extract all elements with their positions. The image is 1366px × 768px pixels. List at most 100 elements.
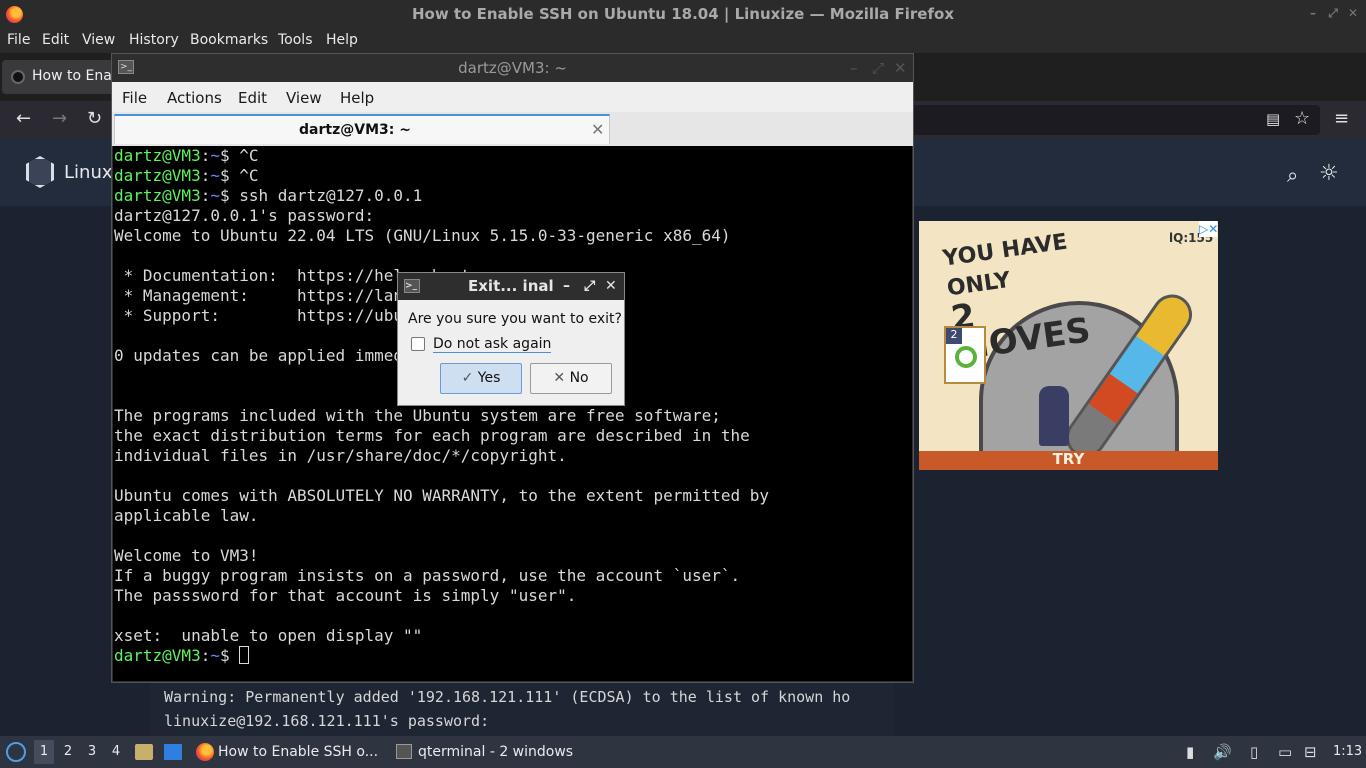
menu-bookmarks[interactable]: Bookmarks (190, 32, 268, 48)
prompt-user: dartz@VM3 (114, 166, 201, 185)
qterminal-title: dartz@VM3: ~ (458, 59, 567, 77)
prompt-separator: : (200, 646, 211, 665)
battery-icon[interactable]: ▮ (1186, 743, 1194, 761)
prompt-user: dartz@VM3 (114, 646, 201, 665)
qt-menu-file[interactable]: File (122, 89, 147, 107)
terminal-line: Welcome to VM3! (114, 546, 259, 565)
qterminal-menubar: File Actions Edit View Help (112, 82, 913, 112)
file-manager-icon[interactable] (135, 744, 153, 760)
clipboard-icon[interactable]: ▯ (1250, 743, 1258, 761)
firefox-titlebar: How to Enable SSH on Ubuntu 18.04 | Linu… (0, 0, 1366, 29)
ad-card: 2 (944, 326, 986, 384)
terminal-icon: >_ (404, 279, 420, 293)
workspace-1[interactable]: 1 (34, 740, 54, 764)
terminal-screen[interactable]: dartz@VM3:~$ ^C dartz@VM3:~$ ^C dartz@VM3:… (113, 146, 912, 681)
terminal-line: dartz@VM3:~$ ^C (114, 166, 259, 186)
advertisement[interactable]: YOU HAVE ONLY 2 MOVES lQ:155 ▷✕ 2 TRY (919, 221, 1218, 470)
firefox-logo-icon (6, 6, 23, 23)
maximize-icon[interactable]: ⤢ (584, 273, 595, 300)
prompt-command: $ ^C (219, 166, 259, 185)
reload-icon[interactable]: ↻ (87, 108, 102, 129)
menu-view[interactable]: View (82, 32, 115, 48)
linuxize-logo-icon[interactable] (26, 156, 54, 188)
close-icon[interactable]: ✕ (1346, 6, 1360, 20)
terminal-line: dartz@VM3:~$ ^C (114, 146, 259, 166)
yes-label: Yes (477, 370, 501, 386)
prompt-user: dartz@VM3 (114, 146, 201, 165)
search-icon[interactable]: ⌕ (1287, 163, 1298, 187)
minimize-icon[interactable]: – (850, 54, 858, 82)
terminal-line: dartz@VM3:~$ ssh dartz@127.0.0.1 (114, 186, 422, 206)
workspace-2[interactable]: 2 (58, 744, 78, 759)
background-terminal: Warning: Permanently added '192.168.121.… (150, 683, 894, 736)
qterminal-tab[interactable]: dartz@VM3: ~ ✕ (114, 114, 610, 144)
terminal-line: the exact distribution terms for each pr… (114, 426, 750, 445)
terminal-line: Ubuntu comes with ABSOLUTELY NO WARRANTY… (114, 486, 770, 505)
prompt-path: ~ (210, 186, 220, 205)
ad-hero-graphic (1039, 386, 1069, 446)
menu-tools[interactable]: Tools (278, 32, 313, 48)
browser-tab-title: How to Enal (32, 68, 116, 84)
qt-menu-actions[interactable]: Actions (167, 89, 222, 107)
menu-file[interactable]: File (7, 32, 30, 48)
browser-tab[interactable]: How to Enal (2, 60, 122, 94)
reader-view-icon[interactable]: ▤ (1266, 110, 1280, 128)
do-not-ask-label[interactable]: Do not ask again (433, 336, 552, 353)
prompt-command: $ ^C (219, 146, 259, 165)
menu-help[interactable]: Help (326, 32, 358, 48)
back-arrow-icon[interactable]: ← (16, 108, 31, 129)
maximize-icon[interactable]: ⤢ (1326, 6, 1340, 20)
terminal-line: Welcome to Ubuntu 22.04 LTS (GNU/Linux 5… (114, 226, 731, 245)
minimize-icon[interactable]: – (563, 273, 570, 300)
prompt-separator: : (200, 186, 211, 205)
forward-arrow-icon[interactable]: → (52, 108, 67, 129)
close-icon[interactable]: ✕ (605, 273, 617, 300)
task-firefox-label: How to Enable SSH o... (218, 744, 379, 760)
prompt-user: dartz@VM3 (114, 186, 201, 205)
qt-menu-view[interactable]: View (286, 89, 322, 107)
clock[interactable]: 1:13 (1333, 744, 1362, 759)
qterminal-titlebar[interactable]: >_ dartz@VM3: ~ – ⤢ ✕ (112, 54, 913, 82)
terminal-cursor (239, 646, 250, 664)
terminal-line: xset: unable to open display "" (114, 626, 423, 645)
close-icon[interactable]: ✕ (894, 54, 907, 82)
bg-term-line: Warning: Permanently added '192.168.121.… (164, 688, 851, 706)
minimize-icon[interactable]: – (1306, 6, 1320, 20)
do-not-ask-checkbox[interactable] (411, 337, 425, 351)
workspace-3[interactable]: 3 (82, 744, 102, 759)
hamburger-menu-icon[interactable]: ≡ (1334, 108, 1349, 129)
workspace-4[interactable]: 4 (106, 744, 126, 759)
qt-menu-edit[interactable]: Edit (238, 89, 267, 107)
ad-card-number: 2 (946, 328, 962, 344)
terminal-line: applicable law. (114, 506, 259, 525)
bookmark-star-icon[interactable]: ☆ (1294, 108, 1310, 129)
ad-cta[interactable]: TRY (919, 450, 1218, 468)
yes-button[interactable]: ✓ Yes (440, 363, 522, 394)
firefox-icon (196, 743, 214, 761)
menu-history[interactable]: History (129, 32, 179, 48)
linuxize-favicon-icon (11, 70, 25, 84)
tab-close-icon[interactable]: ✕ (591, 120, 604, 139)
volume-icon[interactable]: 🔊 (1213, 743, 1232, 761)
start-menu-icon[interactable] (6, 742, 26, 762)
terminal-icon (396, 744, 412, 759)
prompt-command: $ ssh dartz@127.0.0.1 (219, 186, 423, 205)
dialog-titlebar[interactable]: >_ Exit... inal – ⤢ ✕ (398, 273, 624, 300)
task-firefox[interactable]: How to Enable SSH o... (192, 739, 382, 765)
prompt-path: ~ (210, 646, 220, 665)
terminal-line: dartz@127.0.0.1's password: (114, 206, 375, 225)
check-icon: ✓ (461, 370, 478, 386)
show-desktop-icon[interactable] (164, 744, 182, 760)
no-button[interactable]: ✕ No (530, 363, 612, 394)
maximize-icon[interactable]: ⤢ (872, 54, 884, 82)
menu-edit[interactable]: Edit (42, 32, 69, 48)
task-qterminal[interactable]: qterminal - 2 windows (392, 739, 592, 765)
display-icon[interactable]: ▭ (1278, 743, 1292, 761)
network-icon[interactable]: ⊟ (1304, 743, 1317, 761)
qterminal-tabbar: dartz@VM3: ~ ✕ (112, 112, 913, 146)
theme-toggle-sun-icon[interactable]: ☼ (1319, 161, 1339, 186)
ad-close-icon[interactable]: ▷✕ (1199, 221, 1218, 237)
terminal-line: If a buggy program insists on a password… (114, 566, 741, 585)
prompt-separator: : (200, 166, 211, 185)
qt-menu-help[interactable]: Help (340, 89, 374, 107)
